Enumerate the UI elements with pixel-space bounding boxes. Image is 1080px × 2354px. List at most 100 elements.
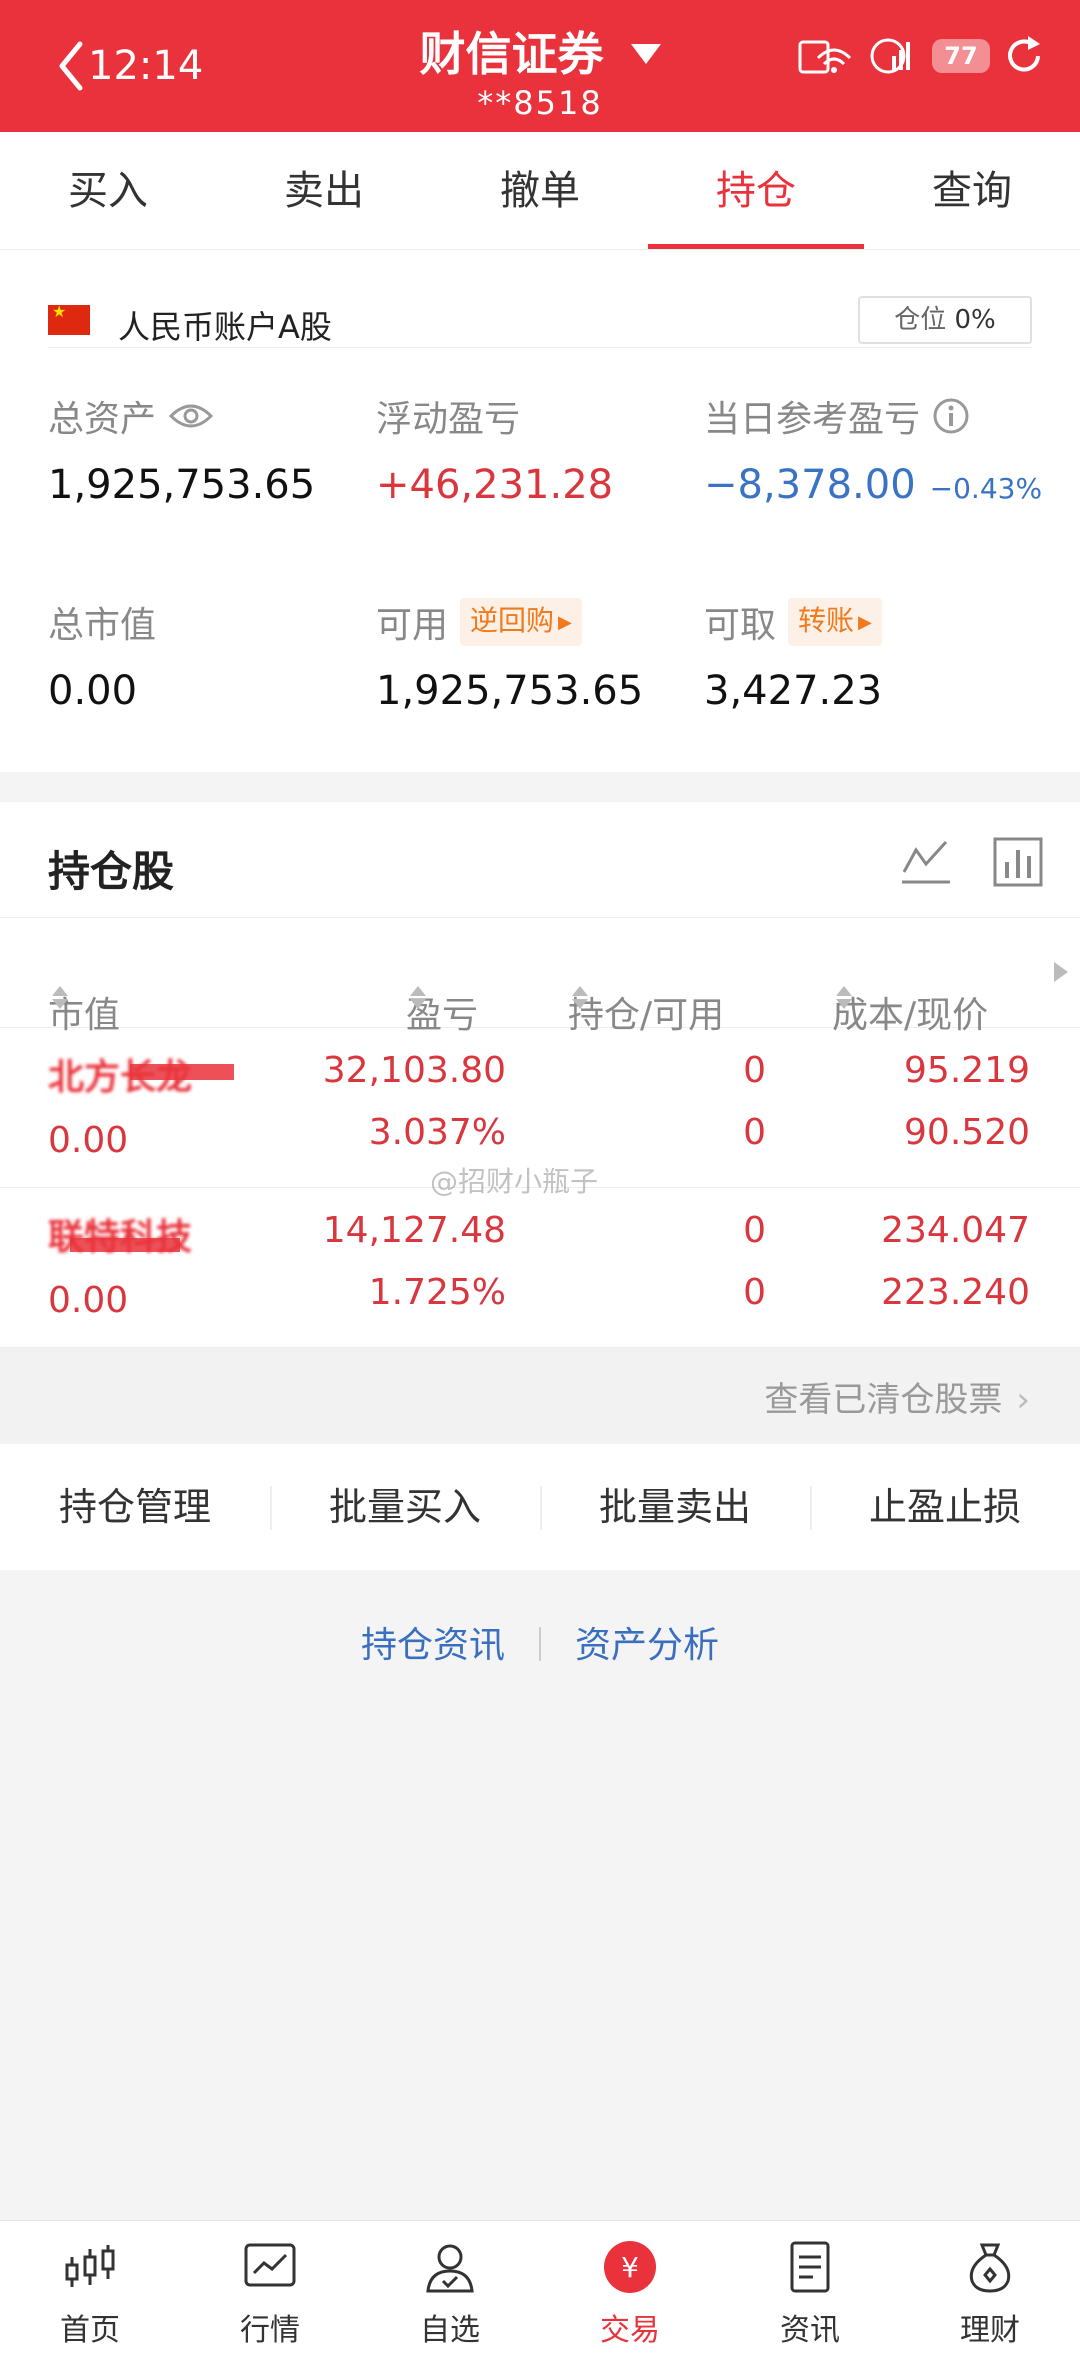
take-profit-stop-loss-button[interactable]: 止盈止损 [810, 1444, 1080, 1570]
pl-percent: 1.725% [368, 1272, 506, 1313]
nav-wealth[interactable]: 理财 [900, 2221, 1080, 2354]
holdings-title: 持仓股 [48, 847, 175, 896]
daily-pl-value: −8,378.00 [704, 462, 916, 508]
current-price: 223.240 [881, 1272, 1030, 1313]
nav-trade[interactable]: ¥ 交易 [540, 2221, 720, 2354]
nav-trade-label: 交易 [600, 2313, 660, 2348]
nav-wealth-label: 理财 [960, 2313, 1020, 2348]
cleared-stocks-link: 查看已清仓股票 [764, 1380, 1003, 1420]
account-number: **8518 [477, 84, 603, 122]
withdrawable-stat: 可取 转账 ▶ 3,427.23 [704, 596, 882, 714]
cost-price: 95.219 [904, 1050, 1030, 1091]
asset-analysis-link[interactable]: 资产分析 [575, 1625, 719, 1666]
available-stat: 可用 逆回购 ▶ 1,925,753.65 [376, 596, 643, 714]
bottom-nav: 首页 行情 自选 ¥ 交易 资讯 理财 [0, 2220, 1080, 2354]
watermark: @招财小瓶子 [430, 1165, 599, 1198]
current-price: 90.520 [904, 1112, 1030, 1153]
batch-buy-button[interactable]: 批量买入 [270, 1444, 540, 1570]
position-ratio-badge: 仓位 0% [858, 296, 1032, 344]
cleared-stocks-row[interactable]: 查看已清仓股票 › [0, 1348, 1080, 1444]
daily-pl-stat: 当日参考盈亏 −8,378.00 −0.43% [704, 390, 1042, 508]
candlestick-icon [65, 2245, 115, 2287]
nav-watchlist[interactable]: 自选 [360, 2221, 540, 2354]
tab-sell[interactable]: 卖出 [216, 132, 432, 249]
eye-icon[interactable] [168, 401, 214, 431]
nav-market[interactable]: 行情 [180, 2221, 360, 2354]
account-row[interactable]: ★ 人民币账户A股 仓位 0% [48, 272, 1032, 348]
tab-buy[interactable]: 买入 [0, 132, 216, 249]
caret-down-icon [630, 44, 661, 70]
sort-icon [572, 986, 588, 1009]
tab-query[interactable]: 查询 [864, 132, 1080, 249]
daily-pl-percent: −0.43% [929, 472, 1043, 505]
trade-tabs: 买入 卖出 撤单 持仓 查询 [0, 132, 1080, 250]
position-label: 仓位 [894, 305, 947, 335]
holdings-news-link[interactable]: 持仓资讯 [361, 1625, 505, 1666]
tab-positions[interactable]: 持仓 [648, 132, 864, 249]
available-label: 可用 [376, 605, 449, 646]
pl-amount: 14,127.48 [322, 1210, 506, 1251]
play-icon: ▶ [858, 612, 872, 633]
market-value: 0.00 [48, 1280, 129, 1321]
hold-qty: 0 [743, 1210, 766, 1251]
app-header: 12:14 财信证券 **8518 77 [0, 0, 1080, 132]
sort-icon [836, 986, 852, 1009]
available-qty: 0 [743, 1112, 766, 1153]
floating-pl-label: 浮动盈亏 [376, 399, 521, 440]
nav-news-label: 资讯 [780, 2313, 840, 2348]
total-assets-label: 总资产 [48, 399, 157, 440]
china-flag-icon: ★ [48, 302, 90, 335]
tab-cancel[interactable]: 撤单 [432, 132, 648, 249]
total-assets-stat: 总资产 1,925,753.65 [48, 390, 315, 508]
available-value: 1,925,753.65 [376, 668, 644, 714]
money-bag-icon [969, 2243, 1011, 2293]
info-links: 持仓资讯 资产分析 [0, 1616, 1080, 1676]
nav-watchlist-label: 自选 [420, 2313, 480, 2348]
bar-chart-icon[interactable] [992, 836, 1044, 888]
divider [539, 1627, 541, 1661]
battery-indicator: 77 [932, 39, 990, 73]
holdings-section: 持仓股 市值 盈亏 持仓/可用 成本/现价 北方长龙 0.00 32,103.8… [0, 802, 1080, 1348]
available-qty: 0 [743, 1272, 766, 1313]
line-chart-icon[interactable] [900, 836, 952, 888]
market-value: 0.00 [48, 1120, 129, 1161]
scroll-right-icon[interactable] [1054, 962, 1068, 982]
position-actions: 持仓管理 批量买入 批量卖出 止盈止损 [0, 1444, 1080, 1570]
market-value-value: 0.00 [48, 668, 138, 714]
transfer-button[interactable]: 转账 ▶ [788, 598, 882, 646]
table-row[interactable]: 联特科技 0.00 14,127.48 1.725% 0 0 234.047 2… [0, 1188, 1080, 1348]
daily-pl-label: 当日参考盈亏 [704, 399, 921, 440]
nav-home[interactable]: 首页 [0, 2221, 180, 2354]
reverse-repo-button[interactable]: 逆回购 ▶ [460, 598, 582, 646]
yuan-icon: ¥ [604, 2241, 656, 2293]
status-icons: 77 [798, 34, 1044, 78]
refresh-icon[interactable] [1004, 34, 1044, 78]
withdrawable-label: 可取 [704, 605, 777, 646]
nav-home-label: 首页 [60, 2313, 120, 2348]
market-value-label: 总市值 [48, 605, 157, 646]
nav-market-label: 行情 [240, 2313, 300, 2348]
user-check-icon [426, 2244, 474, 2293]
market-value-stat: 总市值 0.00 [48, 596, 156, 714]
pl-percent: 3.037% [368, 1112, 506, 1153]
info-icon[interactable] [932, 397, 970, 435]
chevron-right-icon: › [1016, 1380, 1030, 1420]
sort-icon [52, 986, 68, 1009]
svg-text:¥: ¥ [621, 2251, 639, 2284]
batch-sell-button[interactable]: 批量卖出 [540, 1444, 810, 1570]
hold-qty: 0 [743, 1050, 766, 1091]
document-icon [790, 2241, 830, 2293]
floating-pl-stat: 浮动盈亏 +46,231.28 [376, 390, 613, 508]
play-icon: ▶ [558, 612, 572, 633]
floating-pl-value: +46,231.28 [376, 462, 614, 508]
nav-news[interactable]: 资讯 [720, 2221, 900, 2354]
position-value: 0% [954, 305, 996, 335]
redaction-mark [70, 1238, 180, 1252]
sort-icon [410, 986, 426, 1009]
manage-positions-button[interactable]: 持仓管理 [0, 1444, 270, 1570]
chart-line-icon [244, 2243, 296, 2287]
broker-name: 财信证券 [419, 27, 604, 81]
stock-name: 联特科技 [48, 1208, 192, 1260]
wifi-icon [798, 40, 852, 74]
withdrawable-value: 3,427.23 [704, 668, 883, 714]
